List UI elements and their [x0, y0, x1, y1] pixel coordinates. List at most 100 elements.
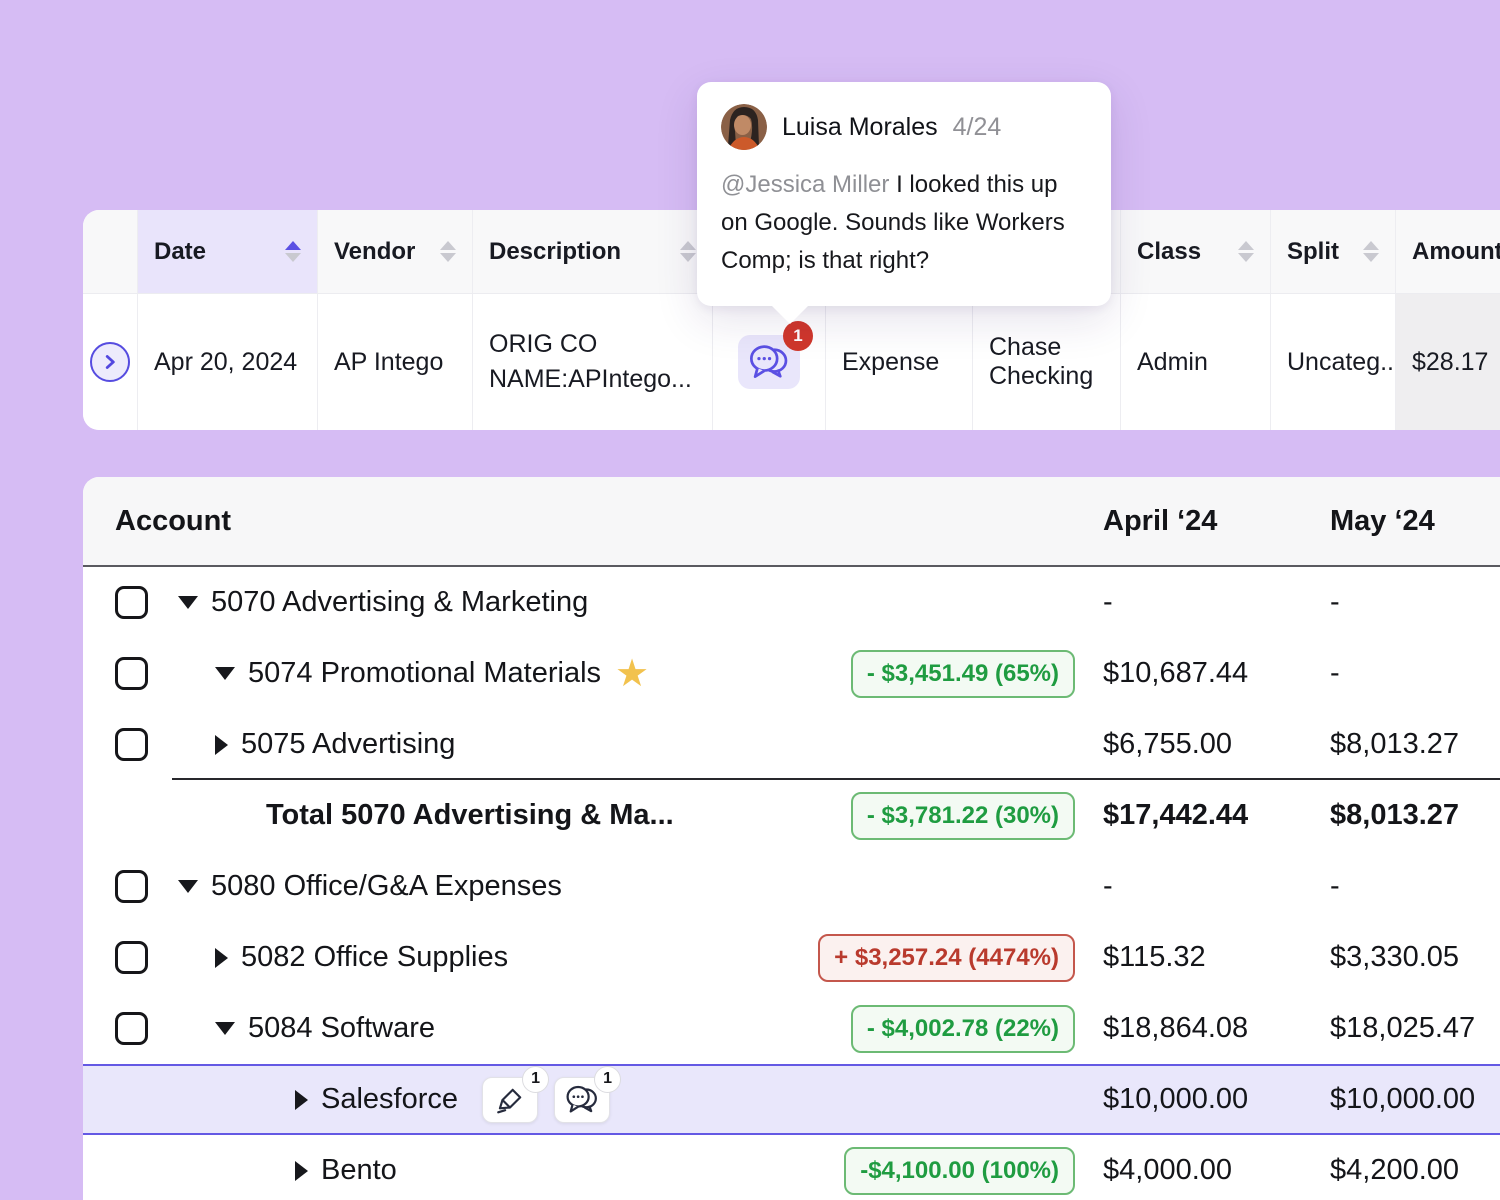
row-checkbox[interactable]: [115, 586, 148, 619]
collapse-toggle-icon[interactable]: [215, 1022, 235, 1035]
report-row-bento[interactable]: Bento -$4,100.00 (100%) $4,000.00 $4,200…: [83, 1135, 1500, 1200]
sort-icon[interactable]: [440, 241, 456, 262]
month1-value: -: [1103, 586, 1330, 619]
highlighter-icon: [495, 1085, 525, 1115]
transaction-description: ORIG CO NAME:APIntego...: [489, 327, 692, 397]
transaction-bank-account: Chase Checking: [973, 294, 1121, 430]
month1-value: $10,000.00: [1103, 1083, 1330, 1116]
report-row-5074[interactable]: 5074 Promotional Materials ★ - $3,451.49…: [83, 638, 1500, 709]
transaction-amount: $28.17: [1396, 294, 1500, 430]
mention-link[interactable]: @Jessica Miller: [721, 171, 889, 198]
expand-toggle-icon[interactable]: [295, 1090, 308, 1110]
chat-bubbles-icon: [748, 343, 790, 381]
expander-column-header: [83, 210, 138, 293]
change-badge: -$4,100.00 (100%): [844, 1147, 1075, 1195]
row-checkbox[interactable]: [115, 870, 148, 903]
expand-toggle-icon[interactable]: [295, 1161, 308, 1181]
column-label-date: Date: [154, 238, 206, 266]
account-name: Bento: [321, 1154, 397, 1187]
comment-count-badge: 1: [594, 1066, 621, 1093]
comment-button[interactable]: 1: [554, 1077, 610, 1123]
month2-value: $8,013.27: [1330, 799, 1500, 832]
row-checkbox[interactable]: [115, 728, 148, 761]
column-label-amount: Amount: [1412, 238, 1500, 266]
transaction-type: Expense: [826, 294, 973, 430]
change-badge: - $3,451.49 (65%): [851, 650, 1075, 698]
row-checkbox[interactable]: [115, 1012, 148, 1045]
column-label-description: Description: [489, 238, 621, 266]
month1-value: -: [1103, 870, 1330, 903]
column-header-date[interactable]: Date: [138, 210, 318, 293]
report-header-row: Account April ‘24 May ‘24: [83, 477, 1500, 567]
comment-author: Luisa Morales: [782, 113, 938, 142]
column-header-vendor[interactable]: Vendor: [318, 210, 473, 293]
column-header-description[interactable]: Description: [473, 210, 713, 293]
month2-value: $4,200.00: [1330, 1154, 1500, 1187]
month2-value: $18,025.47: [1330, 1012, 1500, 1045]
star-icon[interactable]: ★: [615, 655, 649, 693]
account-name: 5074 Promotional Materials: [248, 657, 601, 690]
comment-tooltip: Luisa Morales 4/24 @Jessica Miller I loo…: [697, 82, 1111, 306]
collapse-toggle-icon[interactable]: [178, 596, 198, 609]
account-name: 5080 Office/G&A Expenses: [211, 870, 562, 903]
change-badge: - $4,002.78 (22%): [851, 1005, 1075, 1053]
report-header-month2: May ‘24: [1330, 505, 1500, 538]
total-label: Total 5070 Advertising & Ma...: [266, 799, 674, 832]
collapse-toggle-icon[interactable]: [215, 667, 235, 680]
avatar: [721, 104, 767, 150]
report-panel: Account April ‘24 May ‘24 5070 Advertisi…: [83, 477, 1500, 1200]
month2-value: -: [1330, 586, 1500, 619]
chat-bubbles-icon: [565, 1084, 599, 1115]
month2-value: $3,330.05: [1330, 941, 1500, 974]
column-label-split: Split: [1287, 238, 1339, 266]
account-name: Salesforce: [321, 1083, 458, 1116]
month2-value: -: [1330, 657, 1500, 690]
month1-value: $10,687.44: [1103, 657, 1330, 690]
month1-value: $4,000.00: [1103, 1154, 1330, 1187]
month1-value: $115.32: [1103, 941, 1330, 974]
month1-value: $18,864.08: [1103, 1012, 1330, 1045]
column-label-vendor: Vendor: [334, 238, 415, 266]
annotation-count-badge: 1: [522, 1066, 549, 1093]
account-name: 5075 Advertising: [241, 728, 455, 761]
comment-date: 4/24: [953, 113, 1002, 142]
transaction-split: Uncateg...: [1271, 294, 1396, 430]
column-label-class: Class: [1137, 238, 1201, 266]
transaction-class: Admin: [1121, 294, 1271, 430]
account-name: 5082 Office Supplies: [241, 941, 508, 974]
chevron-right-icon: [99, 351, 121, 373]
report-row-5080[interactable]: 5080 Office/G&A Expenses - -: [83, 851, 1500, 922]
report-row-5082[interactable]: 5082 Office Supplies + $3,257.24 (4474%)…: [83, 922, 1500, 993]
month1-value: $17,442.44: [1103, 799, 1330, 832]
sort-icon[interactable]: [285, 241, 301, 262]
account-name: 5070 Advertising & Marketing: [211, 586, 588, 619]
month1-value: $6,755.00: [1103, 728, 1330, 761]
collapse-toggle-icon[interactable]: [178, 880, 198, 893]
account-name: 5084 Software: [248, 1012, 435, 1045]
sort-icon[interactable]: [1363, 241, 1379, 262]
expand-toggle-icon[interactable]: [215, 948, 228, 968]
report-row-salesforce[interactable]: Salesforce 1 1 $10: [83, 1064, 1500, 1135]
report-row-5070[interactable]: 5070 Advertising & Marketing - -: [83, 567, 1500, 638]
row-checkbox[interactable]: [115, 657, 148, 690]
comment-button[interactable]: 1: [738, 335, 800, 389]
expand-toggle-icon[interactable]: [215, 735, 228, 755]
comment-count-badge: 1: [783, 321, 813, 351]
row-checkbox[interactable]: [115, 941, 148, 974]
report-header-account: Account: [83, 505, 1103, 538]
column-header-split[interactable]: Split: [1271, 210, 1396, 293]
report-row-5075[interactable]: 5075 Advertising $6,755.00 $8,013.27: [83, 709, 1500, 780]
sort-icon[interactable]: [1238, 241, 1254, 262]
column-header-class[interactable]: Class: [1121, 210, 1271, 293]
report-header-month1: April ‘24: [1103, 505, 1330, 538]
month2-value: $8,013.27: [1330, 728, 1500, 761]
report-row-5084[interactable]: 5084 Software - $4,002.78 (22%) $18,864.…: [83, 993, 1500, 1064]
month2-value: $10,000.00: [1330, 1083, 1500, 1116]
expand-row-button[interactable]: [90, 342, 130, 382]
annotation-button[interactable]: 1: [482, 1077, 538, 1123]
column-header-amount[interactable]: Amount: [1396, 210, 1500, 293]
sort-icon[interactable]: [680, 241, 696, 262]
month2-value: -: [1330, 870, 1500, 903]
change-badge: + $3,257.24 (4474%): [818, 934, 1075, 982]
report-row-total-5070: Total 5070 Advertising & Ma... - $3,781.…: [83, 780, 1500, 851]
